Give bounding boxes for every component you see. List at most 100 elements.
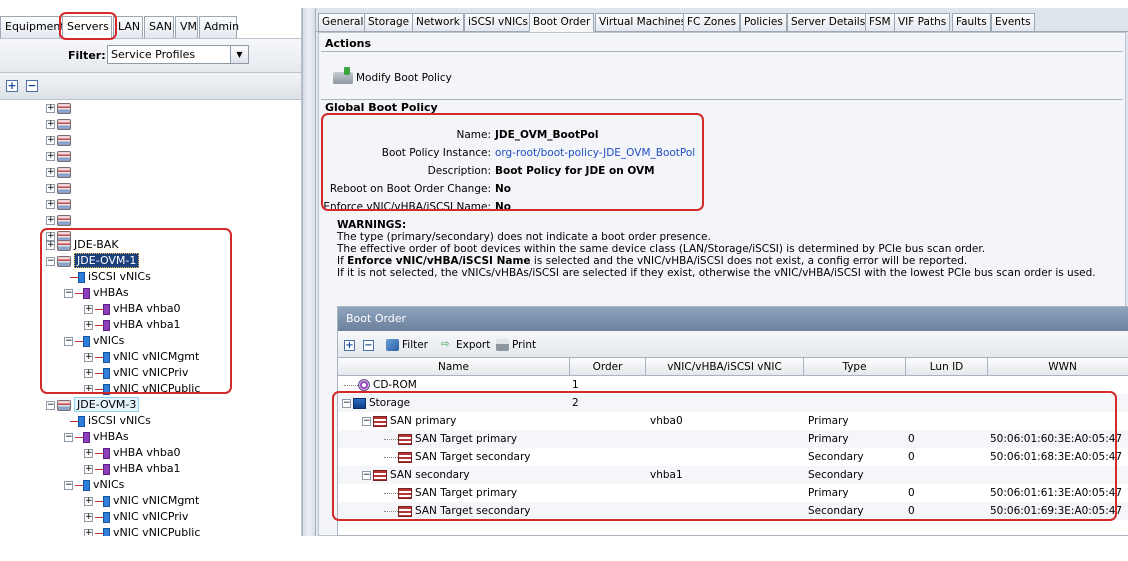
expand-icon[interactable]: + bbox=[84, 464, 93, 474]
tab-general[interactable]: General bbox=[318, 13, 368, 32]
expand-icon[interactable]: + bbox=[46, 103, 55, 113]
collapse-icon[interactable]: − bbox=[64, 432, 73, 442]
tab-faults[interactable]: Faults bbox=[952, 13, 991, 32]
tree-node-vhba1[interactable]: + vHBA vhba1 bbox=[84, 461, 181, 477]
expand-icon[interactable]: + bbox=[46, 240, 55, 250]
tree-node-jde-ovm-1[interactable]: − JDE-OVM-1 bbox=[46, 253, 140, 269]
print-button[interactable]: Print bbox=[496, 338, 536, 352]
tab-vif-paths[interactable]: VIF Paths bbox=[894, 13, 951, 32]
pane-splitter[interactable] bbox=[302, 8, 316, 536]
tree-node-vnic-public[interactable]: + vNIC vNICPublic bbox=[84, 525, 200, 536]
table-row[interactable]: − SAN primary vhba0 Primary bbox=[338, 412, 1128, 430]
tab-events[interactable]: Events bbox=[991, 13, 1035, 32]
expand-all-icon[interactable]: + bbox=[6, 80, 18, 92]
column-header-lun-id[interactable]: Lun ID bbox=[906, 358, 988, 376]
tab-fc-zones[interactable]: FC Zones bbox=[683, 13, 740, 32]
tab-fsm[interactable]: FSM bbox=[865, 13, 895, 32]
expand-icon[interactable]: + bbox=[46, 151, 55, 161]
filter-button[interactable]: Filter bbox=[386, 338, 428, 352]
expand-icon[interactable]: + bbox=[84, 320, 93, 330]
table-row[interactable]: CD-ROM 1 bbox=[338, 376, 1128, 394]
tab-policies[interactable]: Policies bbox=[740, 13, 787, 32]
collapse-icon[interactable]: − bbox=[64, 336, 73, 346]
tree-node[interactable]: + bbox=[46, 164, 74, 180]
tree-node-jde-bak[interactable]: + JDE-BAK bbox=[46, 237, 119, 253]
chevron-down-icon[interactable]: ▼ bbox=[230, 46, 248, 63]
tree-node-vnics[interactable]: − vNICs bbox=[64, 477, 124, 493]
collapse-icon[interactable]: − bbox=[362, 470, 371, 480]
collapse-icon[interactable]: − bbox=[64, 480, 73, 490]
tab-network[interactable]: Network bbox=[412, 13, 464, 32]
collapse-icon[interactable]: − bbox=[46, 256, 55, 266]
expand-icon[interactable]: + bbox=[46, 135, 55, 145]
expand-icon[interactable]: + bbox=[46, 183, 55, 193]
expand-icon[interactable]: + bbox=[84, 512, 93, 522]
export-button[interactable]: ⇨ Export bbox=[441, 338, 490, 352]
modify-boot-policy-button[interactable]: Modify Boot Policy bbox=[333, 67, 452, 87]
expand-icon[interactable]: + bbox=[84, 352, 93, 362]
tree-node-vnic-mgmt[interactable]: + vNIC vNICMgmt bbox=[84, 493, 199, 509]
tree-node-vnic-mgmt[interactable]: + vNIC vNICMgmt bbox=[84, 349, 199, 365]
tree-node-iscsi[interactable]: iSCSI vNICs bbox=[70, 269, 151, 285]
table-row[interactable]: SAN Target secondary Secondary 0 50:06:0… bbox=[338, 502, 1128, 520]
expand-icon[interactable]: + bbox=[84, 368, 93, 378]
tab-storage[interactable]: Storage bbox=[364, 13, 414, 32]
tree-node[interactable]: + bbox=[46, 132, 74, 148]
expand-icon[interactable]: + bbox=[84, 528, 93, 536]
column-header-type[interactable]: Type bbox=[804, 358, 906, 376]
tab-equipment[interactable]: Equipment bbox=[0, 16, 65, 38]
tab-servers[interactable]: Servers bbox=[62, 16, 112, 38]
expand-icon[interactable]: + bbox=[46, 167, 55, 177]
tab-virtual-machines[interactable]: Virtual Machines bbox=[595, 13, 691, 32]
column-header-name[interactable]: Name bbox=[338, 358, 570, 376]
tree-node-vnic-priv[interactable]: + vNIC vNICPriv bbox=[84, 509, 188, 525]
tree-node-vhba0[interactable]: + vHBA vhba0 bbox=[84, 301, 181, 317]
table-row[interactable]: − Storage 2 bbox=[338, 394, 1128, 412]
tree-node-vhbas[interactable]: − vHBAs bbox=[64, 429, 129, 445]
tree-node-vhba0[interactable]: + vHBA vhba0 bbox=[84, 445, 181, 461]
tab-server-details[interactable]: Server Details bbox=[787, 13, 870, 32]
expand-icon[interactable]: + bbox=[46, 199, 55, 209]
tree-node[interactable]: + bbox=[46, 148, 74, 164]
collapse-icon[interactable]: − bbox=[342, 398, 351, 408]
tree-node[interactable]: + bbox=[46, 180, 74, 196]
table-row[interactable]: SAN Target primary Primary 0 50:06:01:61… bbox=[338, 484, 1128, 502]
tree-node[interactable]: + bbox=[46, 196, 74, 212]
tab-lan[interactable]: LAN bbox=[113, 16, 143, 38]
tree-node[interactable]: + bbox=[46, 212, 74, 228]
collapse-icon[interactable]: − bbox=[64, 288, 73, 298]
tree-node-jde-ovm-3[interactable]: − JDE-OVM-3 bbox=[46, 397, 140, 413]
expand-icon[interactable]: + bbox=[84, 304, 93, 314]
tab-iscsi-vnics[interactable]: iSCSI vNICs bbox=[464, 13, 532, 32]
expand-icon[interactable]: + bbox=[46, 119, 55, 129]
tree-node[interactable]: + bbox=[46, 100, 74, 116]
tree-node-vhba1[interactable]: + vHBA vhba1 bbox=[84, 317, 181, 333]
column-header-order[interactable]: Order bbox=[570, 358, 646, 376]
policy-instance-link[interactable]: org-root/boot-policy-JDE_OVM_BootPol bbox=[495, 147, 695, 159]
tab-boot-order[interactable]: Boot Order bbox=[529, 13, 595, 32]
tree-node[interactable]: + bbox=[46, 116, 74, 132]
remove-icon[interactable]: − bbox=[363, 338, 374, 352]
expand-icon[interactable]: + bbox=[84, 384, 93, 394]
expand-icon[interactable]: + bbox=[84, 496, 93, 506]
tree-node-vhbas[interactable]: − vHBAs bbox=[64, 285, 129, 301]
tab-admin[interactable]: Admin bbox=[199, 16, 239, 38]
table-row[interactable]: SAN Target secondary Secondary 0 50:06:0… bbox=[338, 448, 1128, 466]
tree-node-vnic-public[interactable]: + vNIC vNICPublic bbox=[84, 381, 200, 397]
collapse-all-icon[interactable]: − bbox=[26, 80, 38, 92]
collapse-icon[interactable]: − bbox=[362, 416, 371, 426]
filter-select[interactable]: Service Profiles ▼ bbox=[107, 45, 249, 64]
expand-icon[interactable]: + bbox=[84, 448, 93, 458]
tree-node-vnics[interactable]: − vNICs bbox=[64, 333, 124, 349]
tab-vm[interactable]: VM bbox=[175, 16, 198, 38]
column-header-wwn[interactable]: WWN bbox=[988, 358, 1128, 376]
tree-node-vnic-priv[interactable]: + vNIC vNICPriv bbox=[84, 365, 188, 381]
expand-icon[interactable]: + bbox=[46, 215, 55, 225]
collapse-icon[interactable]: − bbox=[46, 400, 55, 410]
tree-node-iscsi[interactable]: iSCSI vNICs bbox=[70, 413, 151, 429]
tab-san[interactable]: SAN bbox=[144, 16, 174, 38]
table-row[interactable]: SAN Target primary Primary 0 50:06:01:60… bbox=[338, 430, 1128, 448]
add-icon[interactable]: + bbox=[344, 338, 355, 352]
column-header-vnic[interactable]: vNIC/vHBA/iSCSI vNIC bbox=[646, 358, 804, 376]
table-row[interactable]: − SAN secondary vhba1 Secondary bbox=[338, 466, 1128, 484]
